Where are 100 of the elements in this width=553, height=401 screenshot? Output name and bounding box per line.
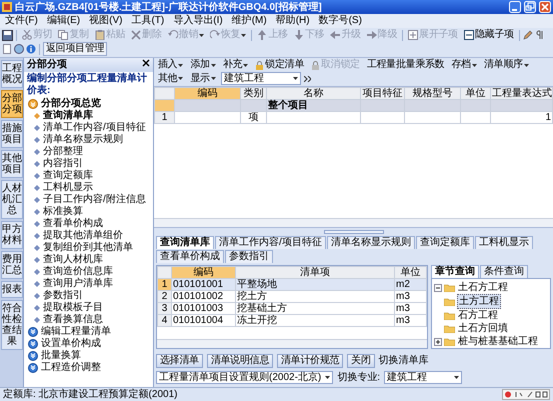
side-tab[interactable]: 报表	[1, 281, 23, 298]
column-header[interactable]: 规格型号	[404, 88, 460, 100]
close-icon[interactable]	[142, 59, 150, 67]
tab[interactable]: 查询清单库	[156, 236, 214, 249]
menu-button[interactable]: 其他	[156, 72, 186, 84]
side-tab[interactable]: 符合性检查结果	[1, 300, 23, 350]
horizontal-scrollbar[interactable]	[157, 339, 427, 348]
tree-group[interactable]: 设置单价构成	[24, 338, 153, 350]
side-tab[interactable]: 分部分项	[1, 90, 23, 118]
menu-item[interactable]: 维护(M)	[232, 15, 267, 27]
ime-toolbar-drawing[interactable]	[502, 389, 550, 400]
tab[interactable]: 工料机显示	[474, 236, 533, 249]
panel-link[interactable]: 查看换算信息	[24, 314, 153, 326]
footer-button[interactable]: 清单说明信息	[206, 354, 274, 368]
tree-item[interactable]: 土石方工程	[457, 281, 509, 294]
panel-link[interactable]: 参数指引	[24, 290, 153, 302]
tab[interactable]: 清单工作内容/项目特征	[215, 236, 326, 249]
column-header[interactable]: 类别	[240, 88, 266, 100]
panel-link[interactable]: 标准换算	[24, 206, 153, 218]
panel-link[interactable]: 复制组价到其他清单	[24, 242, 153, 254]
globe-icon[interactable]	[14, 44, 24, 54]
minimize-button[interactable]	[509, 1, 521, 13]
tree-item[interactable]: 土方工程	[457, 294, 501, 309]
dropdown[interactable]: 建筑工程	[220, 72, 301, 85]
menu-item[interactable]: 视图(V)	[89, 15, 122, 27]
toolbar-button[interactable]: 锁定清单	[253, 59, 306, 71]
tree-item[interactable]: 土石方回填	[457, 322, 509, 335]
tree-group[interactable]: 工程造价调整	[24, 362, 153, 374]
tab[interactable]: 清单名称显示规则	[326, 236, 415, 249]
tree-item[interactable]: 桩与桩基基础工程	[457, 335, 539, 348]
menu-button[interactable]: 插入	[156, 59, 186, 71]
column-header[interactable]: 编码	[172, 266, 236, 278]
tree-group[interactable]: 批量换算	[24, 350, 153, 362]
side-tab[interactable]: 工程概况	[1, 60, 23, 88]
side-tab[interactable]: 其他项目	[1, 150, 23, 178]
column-header[interactable]: 项目特征	[360, 88, 404, 100]
return-button[interactable]: 返回项目管理	[43, 42, 108, 56]
column-header[interactable]: 工程量表达式	[490, 88, 552, 100]
tree-group[interactable]: 分部分项总览	[24, 98, 153, 110]
menu-button[interactable]: 显示	[188, 72, 218, 84]
column-header[interactable]: 单位	[394, 266, 426, 278]
panel-link[interactable]: 工料机显示	[24, 182, 153, 194]
close-button[interactable]	[539, 1, 551, 13]
column-header[interactable]: 清单项	[236, 266, 394, 278]
side-tab[interactable]: 措施项目	[1, 120, 23, 148]
footer-button[interactable]: 关闭	[347, 354, 375, 368]
tree-item[interactable]: 石方工程	[457, 309, 499, 322]
menu-item[interactable]: 工具(T)	[131, 15, 164, 27]
menu-item[interactable]: 文件(F)	[5, 15, 38, 27]
panel-link[interactable]: 清单工作内容/项目特征	[24, 122, 153, 134]
panel-link[interactable]: 查询定额库	[24, 170, 153, 182]
panel-link[interactable]: 查询造价信息库	[24, 266, 153, 278]
panel-link[interactable]: 查询人材机库	[24, 254, 153, 266]
side-tab[interactable]: 甲方材料	[1, 221, 23, 249]
tab[interactable]: 参数指引	[225, 250, 273, 263]
overflow-icon[interactable]	[304, 76, 311, 82]
menu-item[interactable]: 数字号(S)	[318, 15, 362, 27]
panel-link[interactable]: 查看单价构成	[24, 218, 153, 230]
dropdown[interactable]: 工程量清单项目设置规则(2002-北京)	[156, 371, 334, 384]
side-tab[interactable]: 人材机汇总	[1, 180, 23, 219]
toolbar-button[interactable]: 工程量批量乘系数	[364, 59, 446, 71]
column-header[interactable]: 名称	[266, 88, 360, 100]
column-header[interactable]: 单位	[460, 88, 490, 100]
panel-link[interactable]: 子目工作内容/附注信息	[24, 194, 153, 206]
footer-button[interactable]: 清单计价规范	[277, 354, 344, 368]
panel-link[interactable]: 清单名称显示规则	[24, 134, 153, 146]
restore-button[interactable]	[524, 1, 536, 13]
horizontal-scrollbar[interactable]	[154, 218, 553, 227]
tab[interactable]: 条件查询	[480, 265, 528, 278]
panel-link[interactable]: 分部整理	[24, 146, 153, 158]
save-icon[interactable]	[2, 30, 13, 40]
panel-link[interactable]: 提取模板子目	[24, 302, 153, 314]
tab[interactable]: 查看单价构成	[156, 250, 224, 263]
panel-link[interactable]: 查询清单库	[24, 110, 153, 122]
menu-button[interactable]: 存档	[449, 59, 479, 71]
panel-link[interactable]: 提取其他清单组价	[24, 230, 153, 242]
toolbar-button[interactable]: 隐藏子项	[462, 29, 516, 41]
panel-link[interactable]: 查询用户清单库	[24, 278, 153, 290]
table-row[interactable]: 2 010101002 挖土方 m3	[158, 290, 426, 302]
table-row[interactable]: 1 010101001 平整场地 m2	[158, 278, 426, 290]
page-icon[interactable]	[2, 44, 12, 54]
menu-button[interactable]: 补充	[220, 59, 250, 71]
menu-item[interactable]: 帮助(H)	[276, 15, 310, 27]
column-header[interactable]: 编码	[174, 88, 240, 100]
dropdown[interactable]: 建筑工程	[384, 371, 462, 384]
footer-button[interactable]: 选择清单	[156, 354, 203, 368]
menu-item[interactable]: 编辑(E)	[46, 15, 80, 27]
panel-link[interactable]: 内容指引	[24, 158, 153, 170]
side-tab[interactable]: 费用汇总	[1, 251, 23, 279]
menu-item[interactable]: 导入导出(I)	[173, 15, 223, 27]
menu-button[interactable]: 添加	[188, 59, 218, 71]
table-row[interactable]: 3 010101003 挖基础土方 m3	[158, 302, 426, 314]
table-row[interactable]: 4 010101004 冻土开挖 m3	[158, 314, 426, 326]
tab[interactable]: 章节查询	[431, 265, 479, 278]
expand-icon[interactable]	[434, 338, 442, 346]
splitter-handle[interactable]	[324, 230, 384, 234]
pencil-icon[interactable]	[522, 30, 533, 40]
pilcrow-icon[interactable]	[534, 30, 545, 40]
tab[interactable]: 查询定额库	[416, 236, 474, 249]
collapse-icon[interactable]	[434, 284, 442, 292]
